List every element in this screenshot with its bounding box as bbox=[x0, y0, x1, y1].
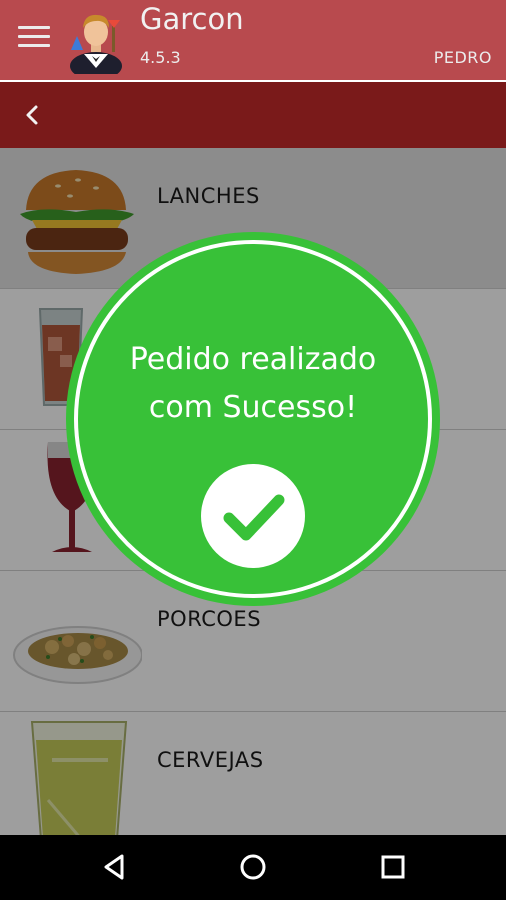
chevron-left-icon[interactable] bbox=[18, 100, 48, 130]
app-bar: Garcon 4.5.3 PEDRO bbox=[0, 0, 506, 80]
nav-home-icon[interactable] bbox=[235, 849, 271, 885]
sub-toolbar bbox=[0, 82, 506, 148]
success-message-line1: Pedido realizado bbox=[129, 342, 377, 377]
app-screen: Garcon 4.5.3 PEDRO LANCHES PORCOES CERVE… bbox=[0, 0, 506, 835]
order-success-dialog: Pedido realizado com Sucesso! bbox=[66, 232, 440, 606]
success-message: Pedido realizado com Sucesso! bbox=[86, 336, 420, 432]
system-nav-bar bbox=[0, 835, 506, 900]
check-icon bbox=[223, 494, 285, 541]
confirm-button[interactable] bbox=[201, 464, 305, 568]
nav-recents-icon[interactable] bbox=[375, 849, 411, 885]
nav-back-icon[interactable] bbox=[96, 849, 132, 885]
app-version: 4.5.3 bbox=[140, 48, 181, 67]
user-name[interactable]: PEDRO bbox=[434, 48, 492, 67]
hamburger-menu-icon[interactable] bbox=[18, 26, 50, 54]
app-title: Garcon bbox=[140, 2, 244, 36]
waiter-avatar-icon bbox=[70, 14, 122, 74]
success-message-line2: com Sucesso! bbox=[148, 390, 358, 425]
